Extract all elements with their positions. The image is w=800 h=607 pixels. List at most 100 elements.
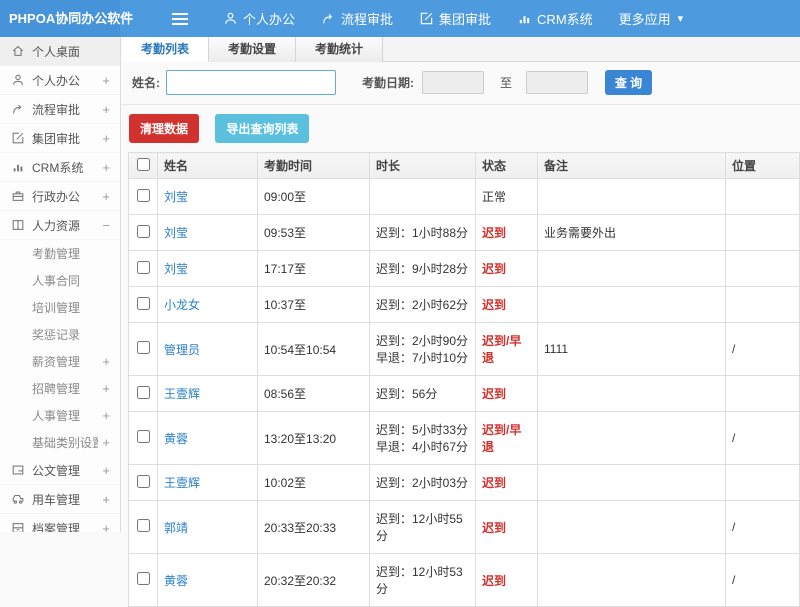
row-select-cell <box>129 501 158 554</box>
row-select-cell <box>129 251 158 287</box>
employee-link[interactable]: 刘莹 <box>164 190 188 204</box>
sidebar-item-personal-desktop[interactable]: 个人桌面 <box>0 37 120 66</box>
caret-down-icon: ▾ <box>678 12 684 25</box>
name-cell: 刘莹 <box>158 215 258 251</box>
row-checkbox[interactable] <box>137 430 150 443</box>
time-cell: 10:54至10:54 <box>258 323 370 376</box>
row-checkbox[interactable] <box>137 519 150 532</box>
tab-attendance-list[interactable]: 考勤列表 <box>122 37 209 62</box>
select-all-header <box>129 153 158 179</box>
sidebar-item-personal-office[interactable]: 个人办公+ <box>0 66 120 95</box>
sidebar-item-attendance-mgmt[interactable]: 考勤管理 <box>0 240 120 267</box>
row-checkbox[interactable] <box>137 572 150 585</box>
location-cell: / <box>726 554 800 607</box>
status-cell: 迟到 <box>476 251 538 287</box>
main-content: 考勤列表考勤设置考勤统计 姓名: 考勤日期: 至 查 询 清理数据 导出查询列表… <box>122 37 800 532</box>
row-checkbox[interactable] <box>137 297 150 310</box>
sidebar-item-workflow-approval[interactable]: 流程审批+ <box>0 95 120 124</box>
name-cell: 王壹辉 <box>158 376 258 412</box>
location-cell <box>726 287 800 323</box>
query-button[interactable]: 查 询 <box>605 70 652 95</box>
employee-link[interactable]: 管理员 <box>164 343 200 357</box>
tab-attendance-settings[interactable]: 考勤设置 <box>209 37 296 62</box>
chart-icon <box>11 160 25 174</box>
employee-link[interactable]: 小龙女 <box>164 298 200 312</box>
row-checkbox[interactable] <box>137 341 150 354</box>
sidebar-item-salary-mgmt[interactable]: 薪资管理+ <box>0 348 120 375</box>
row-checkbox[interactable] <box>137 261 150 274</box>
sidebar-item-archive-mgmt[interactable]: 档案管理+ <box>0 514 120 532</box>
employee-link[interactable]: 王壹辉 <box>164 476 200 490</box>
chart-icon <box>517 11 532 26</box>
location-cell <box>726 251 800 287</box>
duration-cell: 迟到：2小时62分 <box>370 287 476 323</box>
row-select-cell <box>129 323 158 376</box>
sidebar-item-crm-system[interactable]: CRM系统+ <box>0 153 120 182</box>
app-logo[interactable]: PHPOA协同办公软件 <box>0 0 120 37</box>
duration-cell: 迟到：1小时88分 <box>370 215 476 251</box>
sidebar-item-reward-punishment[interactable]: 奖惩记录 <box>0 321 120 348</box>
name-cell: 刘莹 <box>158 179 258 215</box>
employee-link[interactable]: 黄蓉 <box>164 432 188 446</box>
sidebar-submenu-human-resources: 考勤管理人事合同培训管理奖惩记录薪资管理+招聘管理+ 人事管理 + 基础类别设置+ <box>0 240 120 456</box>
date-from-input[interactable] <box>422 71 484 94</box>
top-navbar: PHPOA协同办公软件 个人办公 流程审批 集团审批 CRM系统更多应用▾ <box>0 0 800 37</box>
sidebar-item-label: 考勤管理 <box>32 245 110 262</box>
employee-link[interactable]: 王壹辉 <box>164 387 200 401</box>
duration-cell: 迟到：12小时53分 <box>370 554 476 607</box>
note-cell <box>538 501 726 554</box>
sidebar-item-hr-contract[interactable]: 人事合同 <box>0 267 120 294</box>
column-header: 位置 <box>726 153 800 179</box>
note-cell <box>538 376 726 412</box>
status-cell: 迟到 <box>476 465 538 501</box>
row-checkbox[interactable] <box>137 386 150 399</box>
select-all-checkbox[interactable] <box>137 158 150 171</box>
nav-item-group-approval[interactable]: 集团审批 <box>406 0 504 37</box>
sidebar-item-personnel-mgmt[interactable]: 人事管理 + <box>0 402 120 429</box>
sidebar-item-label: 人事管理 <box>32 407 98 424</box>
employee-link[interactable]: 黄蓉 <box>164 574 188 588</box>
clean-data-button[interactable]: 清理数据 <box>129 114 199 143</box>
row-checkbox[interactable] <box>137 225 150 238</box>
sidebar-item-label: 用车管理 <box>32 491 98 508</box>
nav-item-workflow-approval[interactable]: 流程审批 <box>308 0 406 37</box>
sidebar-item-recruitment-mgmt[interactable]: 招聘管理+ <box>0 375 120 402</box>
employee-link[interactable]: 郭靖 <box>164 521 188 535</box>
hamburger-menu-icon[interactable] <box>172 10 188 28</box>
row-select-cell <box>129 554 158 607</box>
nav-item-label: 流程审批 <box>341 9 393 28</box>
name-input[interactable] <box>166 70 336 95</box>
nav-item-crm-system[interactable]: CRM系统 <box>504 0 606 37</box>
row-checkbox[interactable] <box>137 475 150 488</box>
sidebar-item-label: 奖惩记录 <box>32 326 110 343</box>
employee-link[interactable]: 刘莹 <box>164 262 188 276</box>
expand-toggle-icon: + <box>102 189 110 204</box>
tab-attendance-stats[interactable]: 考勤统计 <box>296 37 383 62</box>
row-checkbox[interactable] <box>137 189 150 202</box>
row-select-cell <box>129 412 158 465</box>
sidebar-item-base-category-set[interactable]: 基础类别设置+ <box>0 429 120 456</box>
nav-item-label: 集团审批 <box>439 9 491 28</box>
search-form: 姓名: 考勤日期: 至 查 询 <box>122 62 800 105</box>
row-select-cell <box>129 287 158 323</box>
expand-toggle-icon: + <box>102 408 110 423</box>
sidebar-item-admin-office[interactable]: 行政办公+ <box>0 182 120 211</box>
column-header: 姓名 <box>158 153 258 179</box>
sidebar-item-training-mgmt[interactable]: 培训管理 <box>0 294 120 321</box>
date-to-input[interactable] <box>526 71 588 94</box>
nav-item-more-apps[interactable]: 更多应用▾ <box>606 0 697 37</box>
sidebar-item-group-approval[interactable]: 集团审批+ <box>0 124 120 153</box>
employee-link[interactable]: 刘莹 <box>164 226 188 240</box>
note-cell <box>538 554 726 607</box>
expand-toggle-icon: + <box>102 463 110 478</box>
note-cell <box>538 465 726 501</box>
table-row: 管理员10:54至10:54迟到：2小时90分早退：7小时10分迟到/早退111… <box>129 323 800 376</box>
export-list-button[interactable]: 导出查询列表 <box>215 114 309 143</box>
sidebar-item-label: 流程审批 <box>32 101 98 118</box>
sidebar-item-document-mgmt[interactable]: 公文管理+ <box>0 456 120 485</box>
row-select-cell <box>129 179 158 215</box>
sidebar-item-vehicle-mgmt[interactable]: 用车管理+ <box>0 485 120 514</box>
sidebar-item-human-resources[interactable]: 人力资源− <box>0 211 120 240</box>
column-header: 状态 <box>476 153 538 179</box>
nav-item-personal-office[interactable]: 个人办公 <box>210 0 308 37</box>
